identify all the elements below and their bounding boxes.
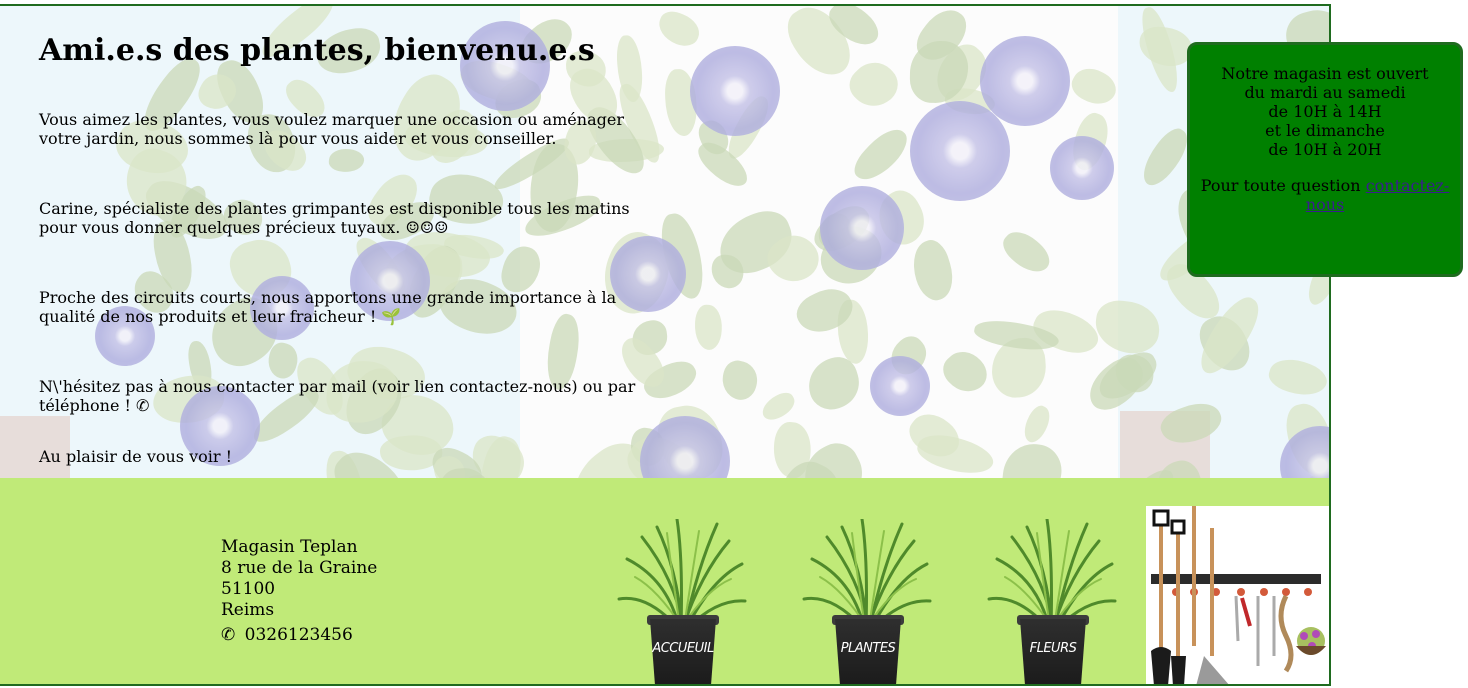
nav-label-plantes: PLANTES (840, 641, 896, 656)
page-frame: Ami.e.s des plantes, bienvenu.e.s Vous a… (0, 4, 1331, 686)
expert-paragraph: Carine, spécialiste des plantes grimpant… (39, 199, 630, 237)
contact-question-text: Pour toute question (1200, 176, 1366, 195)
intro-paragraph: Vous aimez les plantes, vous voulez marq… (39, 110, 624, 148)
hero-background: Ami.e.s des plantes, bienvenu.e.s Vous a… (0, 6, 1329, 478)
phone-number: 0326123456 (244, 625, 353, 645)
nav-label-accueil: ACCUEUIL (652, 641, 714, 656)
grass-icon (987, 519, 1117, 629)
hours-line: du mardi au samedi (1244, 83, 1406, 102)
store-phone: ✆ 0326123456 (221, 625, 377, 646)
grass-icon (617, 519, 747, 629)
welcome-content: Ami.e.s des plantes, bienvenu.e.s Vous a… (39, 32, 649, 466)
garden-tools-icon (1151, 506, 1326, 684)
nav-label-fleurs: FLEURS (1029, 641, 1077, 656)
hours-line: Notre magasin est ouvert (1221, 64, 1429, 83)
footer: Magasin Teplan 8 rue de la Graine 51100 … (0, 478, 1329, 684)
hours-line: de 10H à 20H (1268, 140, 1382, 159)
store-street: 8 rue de la Graine (221, 558, 378, 578)
opening-hours-box: Notre magasin est ouvert du mardi au sam… (1187, 42, 1463, 277)
page-title: Ami.e.s des plantes, bienvenu.e.s (39, 33, 595, 68)
hours-line: et le dimanche (1265, 121, 1385, 140)
hours-line: de 10H à 14H (1268, 102, 1382, 121)
garden-tools-image (1146, 506, 1329, 684)
contact-paragraph: N\'hésitez pas à nous contacter par mail… (39, 377, 636, 415)
phone-icon: ✆ (221, 625, 236, 645)
store-name: Magasin Teplan (221, 537, 358, 557)
nav-plantes-button[interactable]: PLANTES (802, 519, 932, 684)
closing-paragraph: Au plaisir de vous voir ! (39, 447, 233, 466)
store-city: Reims (221, 600, 275, 620)
nav-fleurs-button[interactable]: FLEURS (987, 519, 1117, 684)
contact-question: Pour toute question contactez-nous (1190, 176, 1460, 214)
store-address: Magasin Teplan 8 rue de la Graine 51100 … (221, 537, 377, 646)
nav-accueil-button[interactable]: ACCUEUIL (617, 519, 747, 684)
grass-icon (802, 519, 932, 629)
store-postcode: 51100 (221, 579, 276, 599)
quality-paragraph: Proche des circuits courts, nous apporto… (39, 288, 617, 326)
